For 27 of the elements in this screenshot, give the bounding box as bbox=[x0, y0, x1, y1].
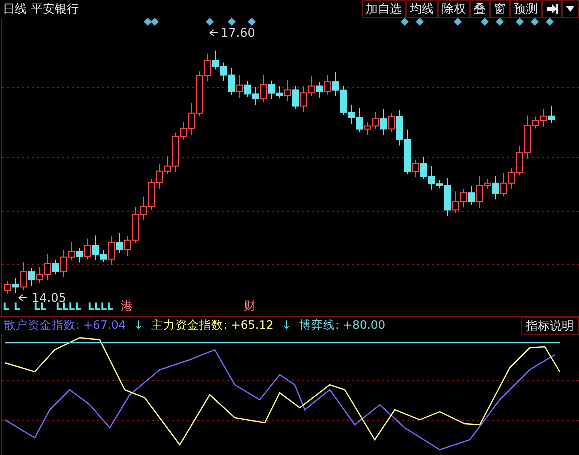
toolbar-button[interactable] bbox=[542, 0, 562, 18]
signal-marker: LL bbox=[34, 302, 47, 313]
legend-label: 散户资金指数: +67.04 bbox=[4, 316, 126, 334]
chart-title: 日线 平安银行 bbox=[2, 1, 79, 18]
diamond-icon bbox=[228, 18, 236, 26]
toolbar-button[interactable]: 预测 bbox=[510, 0, 542, 18]
signal-marker: L bbox=[3, 302, 10, 313]
toolbar-button[interactable]: 加自选 bbox=[362, 0, 406, 18]
skip-to-end-icon bbox=[546, 3, 558, 15]
event-marker: 财 bbox=[244, 299, 256, 313]
diamond-icon bbox=[206, 18, 214, 26]
signal-marker: LLLL bbox=[88, 302, 114, 313]
caret-icon bbox=[566, 6, 575, 12]
indicator-help-button[interactable]: 指标说明 bbox=[521, 316, 579, 334]
toolbar-button[interactable]: 均线 bbox=[406, 0, 438, 18]
toolbar-button[interactable]: 叠 bbox=[470, 0, 490, 18]
legend-label: 博弈线: +80.00 bbox=[299, 316, 386, 334]
down-arrow: ↓ bbox=[282, 316, 292, 334]
toolbar-button[interactable]: 除权 bbox=[438, 0, 470, 18]
down-arrow: ↓ bbox=[134, 316, 144, 334]
signal-marker: L bbox=[14, 302, 20, 313]
toolbar-button[interactable]: 窗 bbox=[490, 0, 510, 18]
legend-label: 主力资金指数: +65.12 bbox=[152, 316, 274, 334]
diamond-icon bbox=[248, 18, 256, 26]
dropdown-button[interactable] bbox=[562, 0, 579, 18]
event-marker: 港 bbox=[121, 299, 133, 313]
signal-marker: LLLL bbox=[56, 302, 82, 313]
